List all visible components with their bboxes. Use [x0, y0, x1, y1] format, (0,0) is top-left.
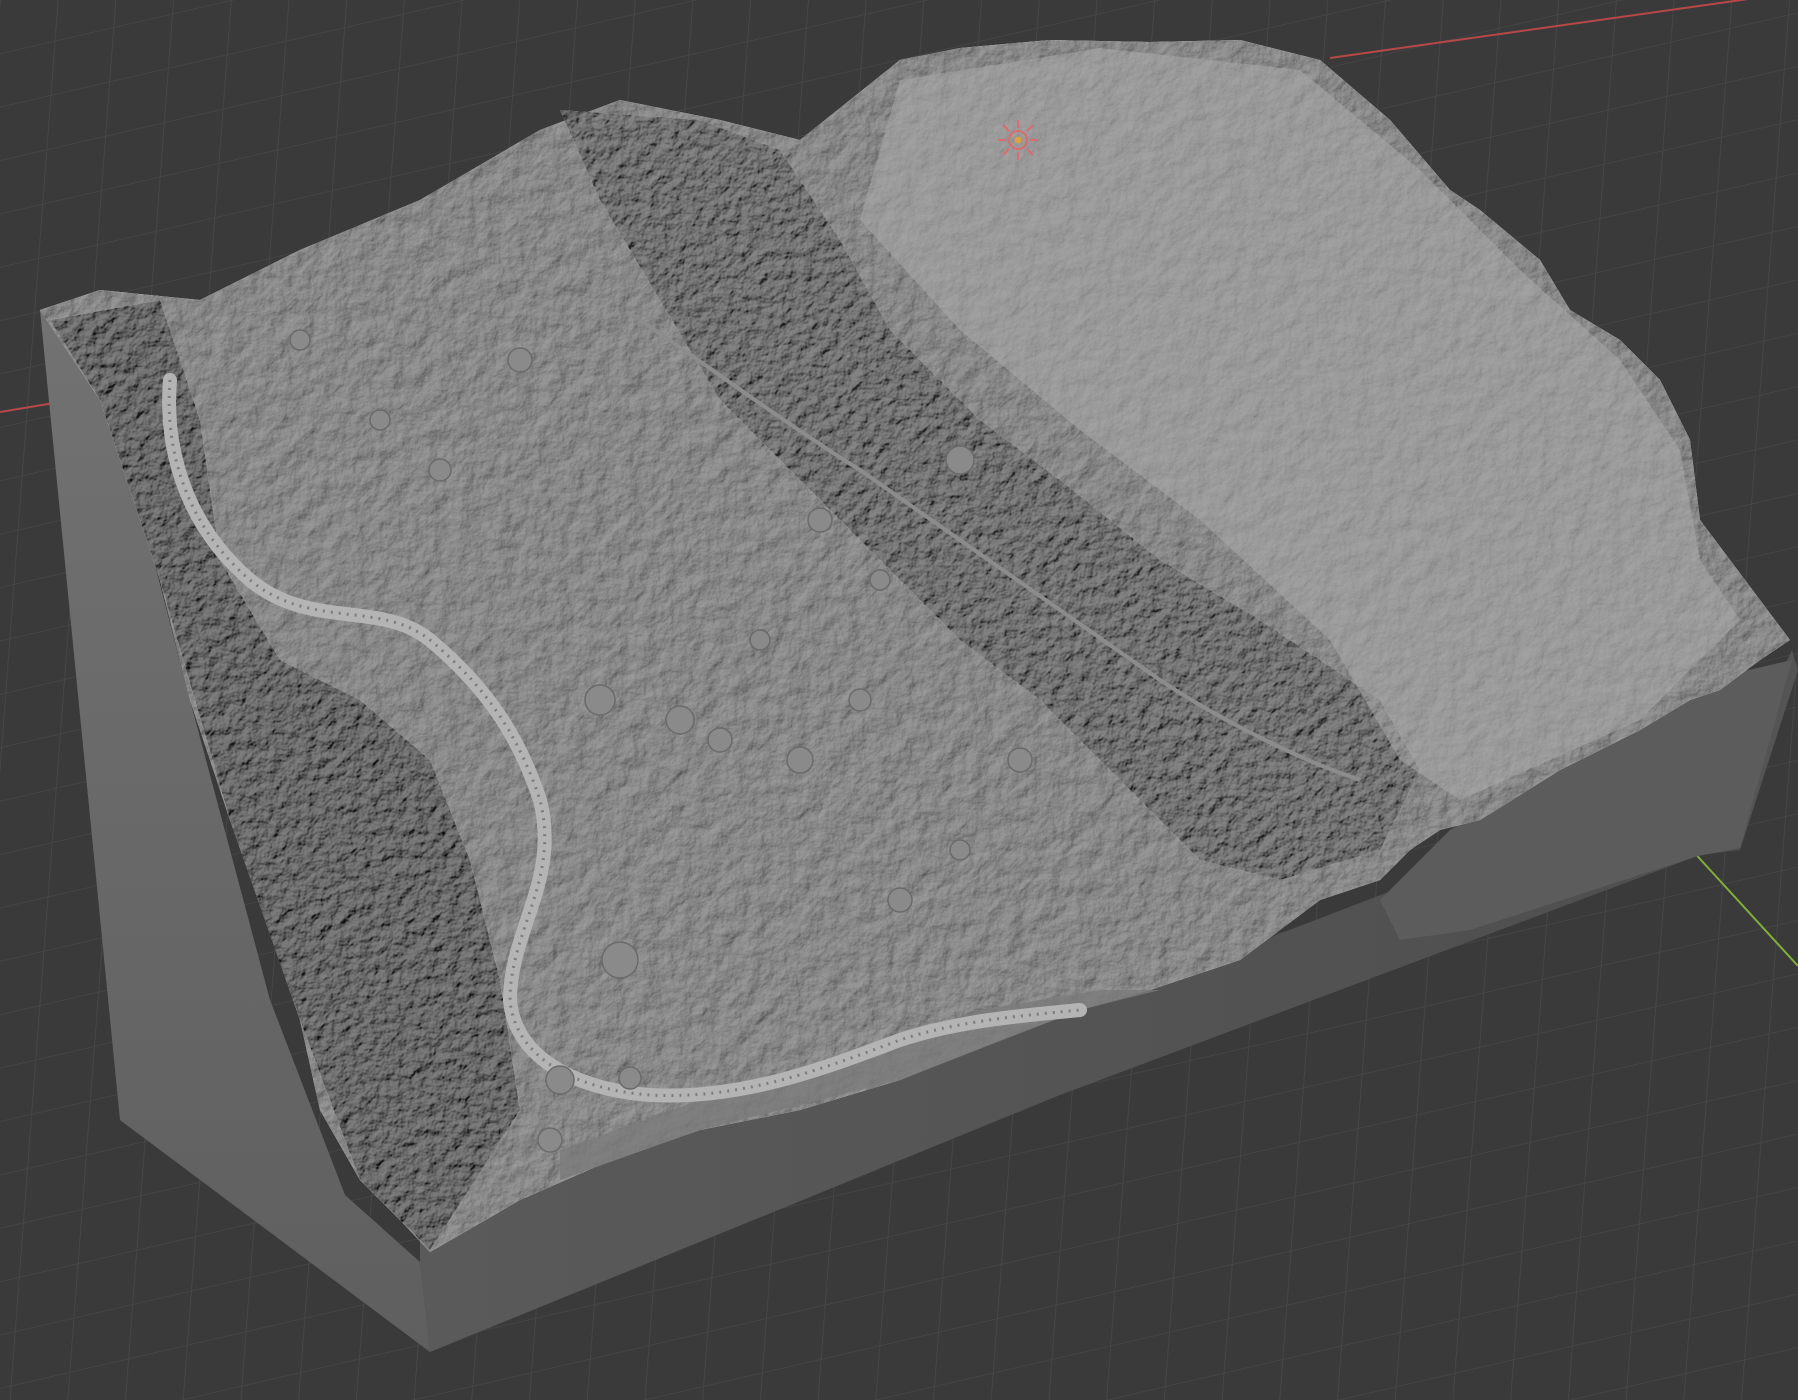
origin-marker[interactable] — [998, 120, 1038, 160]
viewport-canvas[interactable] — [0, 0, 1798, 1400]
3d-viewport[interactable] — [0, 0, 1798, 1400]
